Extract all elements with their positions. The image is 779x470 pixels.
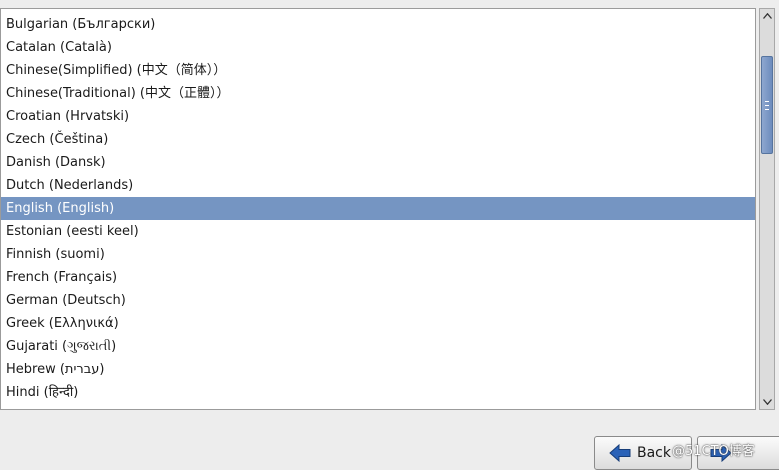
language-list-item[interactable]: Finnish (suomi) xyxy=(1,243,755,266)
language-label: Hebrew (עברית) xyxy=(6,362,105,377)
language-list-item[interactable]: Dutch (Nederlands) xyxy=(1,174,755,197)
triangle-up-icon xyxy=(762,13,772,19)
vertical-scrollbar[interactable] xyxy=(759,8,775,410)
language-label: Estonian (eesti keel) xyxy=(6,224,139,239)
language-label: Greek (Ελληνικά) xyxy=(6,316,119,331)
triangle-down-icon xyxy=(762,399,772,405)
language-label: Hindi (हिन्दी) xyxy=(6,385,79,400)
scroll-thumb[interactable] xyxy=(761,56,773,154)
watermark-text: @51CTO博客 xyxy=(672,444,755,459)
language-list-item[interactable]: Danish (Dansk) xyxy=(1,151,755,174)
language-label: Czech (Čeština) xyxy=(6,132,109,147)
back-button-label: Back xyxy=(637,445,671,461)
language-list-item[interactable]: German (Deutsch) xyxy=(1,289,755,312)
language-label: German (Deutsch) xyxy=(6,293,126,308)
language-label: Chinese(Traditional) (中文（正體）） xyxy=(6,86,230,101)
language-label: Catalan (Català) xyxy=(6,40,112,55)
language-list-item[interactable]: French (Français) xyxy=(1,266,755,289)
scroll-up-button[interactable] xyxy=(760,9,774,23)
language-list-item[interactable]: Greek (Ελληνικά) xyxy=(1,312,755,335)
language-label: Danish (Dansk) xyxy=(6,155,106,170)
language-list-item[interactable]: Hebrew (עברית) xyxy=(1,358,755,381)
language-list-item[interactable]: Estonian (eesti keel) xyxy=(1,220,755,243)
language-list-item[interactable]: Gujarati (ગુજરાતી) xyxy=(1,335,755,358)
language-list-item[interactable]: English (English) xyxy=(1,197,755,220)
language-label: French (Français) xyxy=(6,270,118,285)
language-label: Chinese(Simplified) (中文（简体）） xyxy=(6,63,227,78)
language-label: Finnish (suomi) xyxy=(6,247,105,262)
language-list-item[interactable]: Catalan (Català) xyxy=(1,36,755,59)
arrow-left-icon xyxy=(609,444,631,462)
language-label: English (English) xyxy=(6,201,115,216)
language-label: Bulgarian (Български) xyxy=(6,17,156,32)
language-label: Gujarati (ગુજરાતી) xyxy=(6,339,117,354)
language-label: Dutch (Nederlands) xyxy=(6,178,134,193)
language-list-item[interactable]: Hindi (हिन्दी) xyxy=(1,381,755,404)
language-list[interactable]: Bulgarian (Български) Catalan (Català) Chi… xyxy=(1,13,755,404)
language-label: Croatian (Hrvatski) xyxy=(6,109,130,124)
language-list-panel[interactable]: Bulgarian (Български) Catalan (Català) Chi… xyxy=(0,8,756,410)
language-list-item[interactable]: Croatian (Hrvatski) xyxy=(1,105,755,128)
thumb-grip-icon xyxy=(765,100,769,110)
language-list-item[interactable]: Czech (Čeština) xyxy=(1,128,755,151)
language-list-item[interactable]: Chinese(Traditional) (中文（正體）） xyxy=(1,82,755,105)
scroll-down-button[interactable] xyxy=(760,395,774,409)
language-list-item[interactable]: Bulgarian (Български) xyxy=(1,13,755,36)
language-list-item[interactable]: Chinese(Simplified) (中文（简体）） xyxy=(1,59,755,82)
